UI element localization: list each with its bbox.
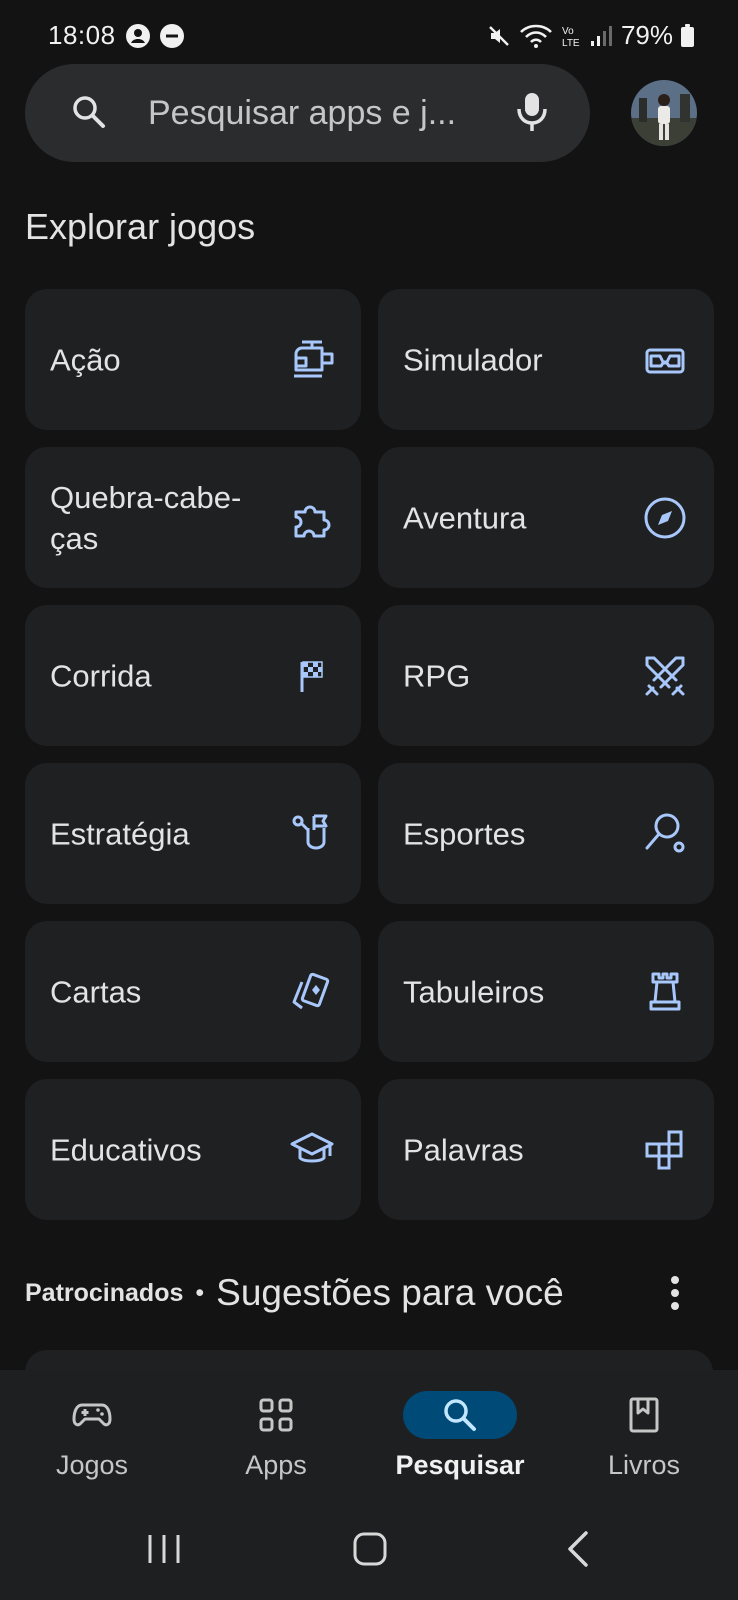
compass-icon bbox=[644, 497, 686, 538]
checkered-flag-icon bbox=[300, 660, 323, 692]
nav-item-jogos[interactable]: Jogos bbox=[0, 1370, 184, 1497]
more-vert-icon[interactable] bbox=[657, 1272, 693, 1314]
racket-ball-icon bbox=[645, 813, 685, 852]
play-store-search-screen: 18:08 Vo LTE 79% Pesquisar apps e j... E… bbox=[0, 0, 738, 1600]
category-tile-acao[interactable]: Ação bbox=[25, 289, 361, 430]
search-icon bbox=[69, 92, 109, 137]
category-label: Ação bbox=[50, 342, 121, 377]
microphone-icon[interactable] bbox=[514, 90, 550, 139]
back-icon[interactable] bbox=[548, 1527, 608, 1571]
separator-dot: • bbox=[195, 1278, 205, 1307]
system-navigation-bar bbox=[0, 1497, 738, 1600]
sponsored-header: Patrocinados • Sugestões para você bbox=[25, 1272, 713, 1314]
category-label: RPG bbox=[403, 658, 471, 693]
search-input[interactable] bbox=[148, 94, 493, 132]
bottom-navigation: Jogos Apps Pesquisar Livros bbox=[0, 1370, 738, 1497]
chess-rook-icon bbox=[649, 972, 681, 1010]
category-label: Corrida bbox=[50, 658, 152, 693]
nav-label: Livros bbox=[607, 1450, 681, 1480]
category-label: Estratégia bbox=[50, 816, 190, 851]
category-tile-corrida[interactable]: Corrida bbox=[25, 605, 361, 746]
category-tile-estrategia[interactable]: Estratégia bbox=[25, 763, 361, 904]
vr-headset-icon bbox=[645, 348, 685, 373]
word-blocks-icon bbox=[645, 1130, 683, 1169]
category-label: Tabuleiros bbox=[403, 974, 545, 1009]
mute-icon bbox=[489, 25, 509, 46]
nav-item-apps[interactable]: Apps bbox=[184, 1370, 368, 1497]
category-tile-educativos[interactable]: Educativos bbox=[25, 1079, 361, 1220]
apps-grid-icon bbox=[259, 1398, 293, 1432]
crossed-swords-icon bbox=[645, 656, 685, 695]
nav-label: Pesquisar bbox=[395, 1450, 525, 1480]
category-tile-aventura[interactable]: Aventura bbox=[378, 447, 714, 588]
category-label: Simulador bbox=[403, 342, 543, 377]
sponsored-label: Patrocinados bbox=[25, 1278, 184, 1307]
strategy-flag-icon bbox=[292, 814, 328, 849]
recent-apps-icon[interactable] bbox=[134, 1527, 194, 1571]
status-right-icons: Vo LTE 79% bbox=[487, 20, 694, 51]
do-not-disturb-icon bbox=[160, 24, 184, 48]
search-icon bbox=[444, 1399, 476, 1431]
nav-item-pesquisar[interactable]: Pesquisar bbox=[368, 1370, 552, 1497]
section-title: Explorar jogos bbox=[25, 206, 256, 247]
volte-icon: VoLTE bbox=[562, 26, 580, 49]
category-tile-esportes[interactable]: Esportes bbox=[378, 763, 714, 904]
status-left-icons bbox=[126, 24, 184, 48]
category-tile-palavras[interactable]: Palavras bbox=[378, 1079, 714, 1220]
signal-icon bbox=[590, 25, 612, 46]
category-label: Aventura bbox=[403, 500, 527, 535]
nav-label: Apps bbox=[245, 1450, 307, 1480]
category-label: Palavras bbox=[403, 1132, 524, 1167]
category-tile-cartas[interactable]: Cartas bbox=[25, 921, 361, 1062]
helicopter-icon bbox=[294, 340, 334, 377]
category-tile-quebra-cabecas[interactable]: Quebra-cabe-ças bbox=[25, 447, 361, 588]
avatar[interactable] bbox=[631, 80, 697, 146]
puzzle-icon bbox=[294, 505, 331, 537]
category-label: Cartas bbox=[50, 974, 142, 1009]
status-bar: 18:08 Vo LTE 79% bbox=[0, 0, 738, 70]
playing-cards-icon bbox=[292, 972, 330, 1009]
search-bar[interactable] bbox=[25, 64, 590, 162]
wifi-icon bbox=[520, 24, 552, 48]
category-grid: Ação Simulador Quebra-cabe-ças Aventura … bbox=[25, 289, 714, 1220]
category-label: Quebra-cabe-ças bbox=[50, 479, 242, 556]
svg-text:Vo: Vo bbox=[562, 26, 574, 37]
suggestions-title: Sugestões para você bbox=[216, 1272, 564, 1313]
nav-label: Jogos bbox=[55, 1450, 129, 1480]
graduation-cap-icon bbox=[290, 1132, 334, 1162]
nav-item-livros[interactable]: Livros bbox=[552, 1370, 736, 1497]
bookmark-book-icon bbox=[629, 1397, 659, 1433]
account-circle-icon bbox=[126, 24, 150, 48]
home-icon[interactable] bbox=[340, 1527, 400, 1571]
category-tile-tabuleiros[interactable]: Tabuleiros bbox=[378, 921, 714, 1062]
category-tile-simulador[interactable]: Simulador bbox=[378, 289, 714, 430]
battery-icon bbox=[681, 23, 694, 47]
category-label: Esportes bbox=[403, 816, 526, 851]
svg-text:LTE: LTE bbox=[562, 38, 580, 49]
status-time: 18:08 bbox=[48, 20, 116, 50]
gamepad-icon bbox=[72, 1403, 112, 1427]
category-tile-rpg[interactable]: RPG bbox=[378, 605, 714, 746]
battery-percent: 79% bbox=[620, 20, 673, 50]
category-label: Educativos bbox=[50, 1132, 202, 1167]
